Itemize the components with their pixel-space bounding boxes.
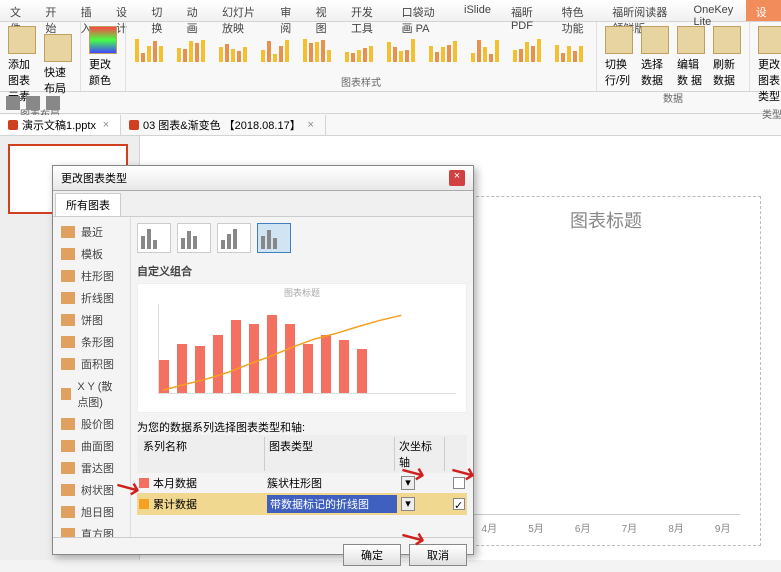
combo-preview: 图表标题: [137, 283, 467, 413]
change-chart-type-dialog: 更改图表类型 × 所有图表 最近模板柱形图折线图饼图条形图面积图X Y (散点图…: [52, 165, 474, 555]
series-row[interactable]: 累计数据带数据标记的折线图▾✓: [137, 493, 467, 515]
menu-tab[interactable]: 特色功能: [552, 0, 603, 21]
chart-type-item[interactable]: 折线图: [57, 287, 126, 309]
chart-type-list: 最近模板柱形图折线图饼图条形图面积图X Y (散点图)股价图曲面图雷达图树状图旭…: [53, 217, 131, 537]
add-chart-element-button[interactable]: 添加图表 元素: [6, 24, 38, 106]
section-title: 自定义组合: [137, 263, 467, 279]
menu-tab[interactable]: 开始: [35, 0, 70, 21]
edit-data-button[interactable]: 编辑数 据: [675, 24, 707, 90]
chart-type-item[interactable]: 模板: [57, 243, 126, 265]
select-data-button[interactable]: 选择数据: [639, 24, 671, 90]
chart-type-item[interactable]: 柱形图: [57, 265, 126, 287]
preview-title: 图表标题: [138, 284, 466, 301]
group-label: 图表样式: [132, 74, 590, 89]
redo-icon[interactable]: [46, 96, 60, 110]
chart-style-gallery[interactable]: [132, 24, 590, 74]
secondary-axis-checkbox[interactable]: [453, 477, 465, 489]
menu-tab[interactable]: 口袋动画 PA: [392, 0, 454, 21]
refresh-data-button[interactable]: 刷新数据: [711, 24, 743, 90]
chart-style-option[interactable]: [132, 33, 170, 65]
chart-type-item[interactable]: 直方图: [57, 523, 126, 537]
chart-style-option[interactable]: [552, 33, 590, 65]
chart-style-option[interactable]: [342, 33, 380, 65]
document-tab[interactable]: 演示文稿1.pptx×: [0, 115, 121, 135]
quick-layout-button[interactable]: 快速布局: [42, 32, 74, 98]
chart-type-item[interactable]: 曲面图: [57, 435, 126, 457]
chart-style-option[interactable]: [216, 33, 254, 65]
menu-tab[interactable]: 开发工具: [341, 0, 392, 21]
menu-tab[interactable]: 插入: [71, 0, 106, 21]
save-icon[interactable]: [6, 96, 20, 110]
menu-tab[interactable]: 视图: [306, 0, 341, 21]
subtype-option[interactable]: [257, 223, 291, 253]
change-chart-type-button[interactable]: 更改 图表类型: [756, 24, 781, 106]
change-colors-button[interactable]: 更改 颜色: [87, 24, 119, 90]
chart-style-option[interactable]: [384, 33, 422, 65]
chart-style-option[interactable]: [300, 33, 338, 65]
menu-tabs: 文件开始插入设计切换动画幻灯片放映审阅视图开发工具口袋动画 PAiSlide福昕…: [0, 0, 781, 22]
chart-type-item[interactable]: 饼图: [57, 309, 126, 331]
ok-button[interactable]: 确定: [343, 544, 401, 566]
chart-type-item[interactable]: 树状图: [57, 479, 126, 501]
secondary-axis-checkbox[interactable]: ✓: [453, 498, 465, 510]
document-tab[interactable]: 03 图表&渐变色 【2018.08.17】×: [121, 115, 326, 135]
chart-style-option[interactable]: [426, 33, 464, 65]
menu-tab[interactable]: 动画: [177, 0, 212, 21]
chart-style-option[interactable]: [510, 33, 548, 65]
group-label: 数据: [603, 90, 743, 105]
menu-tab[interactable]: 设计: [746, 0, 781, 21]
series-row[interactable]: 本月数据簇状柱形图▾: [137, 473, 467, 493]
chart-type-item[interactable]: 面积图: [57, 353, 126, 375]
chart-type-item[interactable]: 旭日图: [57, 501, 126, 523]
chevron-down-icon[interactable]: ▾: [401, 476, 415, 490]
chart-type-item[interactable]: 雷达图: [57, 457, 126, 479]
subtype-gallery: [137, 223, 467, 253]
ribbon: 添加图表 元素 快速布局 图表布局 更改 颜色 图表样式 切换行/列 选择数据 …: [0, 22, 781, 92]
menu-tab[interactable]: 福昕PDF: [501, 0, 552, 21]
menu-tab[interactable]: 切换: [141, 0, 176, 21]
subtype-option[interactable]: [137, 223, 171, 253]
subtype-option[interactable]: [177, 223, 211, 253]
close-icon[interactable]: ×: [100, 119, 112, 131]
cancel-button[interactable]: 取消: [409, 544, 467, 566]
menu-tab[interactable]: 福昕阅读器领鲜版: [602, 0, 683, 21]
close-icon[interactable]: ×: [449, 170, 465, 186]
close-icon[interactable]: ×: [305, 119, 317, 131]
undo-icon[interactable]: [26, 96, 40, 110]
chart-title: 图表标题: [452, 197, 760, 243]
menu-tab[interactable]: 设计: [106, 0, 141, 21]
chart-type-item[interactable]: 最近: [57, 221, 126, 243]
tab-all-charts[interactable]: 所有图表: [55, 193, 121, 217]
series-prompt: 为您的数据系列选择图表类型和轴:: [137, 419, 467, 435]
document-tabs: 演示文稿1.pptx×03 图表&渐变色 【2018.08.17】×: [0, 114, 781, 136]
series-header: 系列名称 图表类型 次坐标轴: [137, 435, 467, 473]
switch-row-col-button[interactable]: 切换行/列: [603, 24, 635, 90]
chart-style-option[interactable]: [174, 33, 212, 65]
chart-object[interactable]: 图表标题 4月5月6月7月8月9月: [451, 196, 761, 546]
menu-tab[interactable]: 幻灯片放映: [212, 0, 270, 21]
chart-style-option[interactable]: [258, 33, 296, 65]
group-label: 类型: [756, 106, 781, 121]
menu-tab[interactable]: OneKey Lite: [684, 0, 746, 21]
chart-type-item[interactable]: 条形图: [57, 331, 126, 353]
dialog-title-text: 更改图表类型: [61, 170, 127, 186]
chevron-down-icon[interactable]: ▾: [401, 497, 415, 511]
menu-tab[interactable]: 文件: [0, 0, 35, 21]
subtype-option[interactable]: [217, 223, 251, 253]
menu-tab[interactable]: iSlide: [454, 0, 501, 21]
chart-type-item[interactable]: 股价图: [57, 413, 126, 435]
dialog-titlebar[interactable]: 更改图表类型 ×: [53, 166, 473, 191]
menu-tab[interactable]: 审阅: [270, 0, 305, 21]
chart-type-item[interactable]: X Y (散点图): [57, 375, 126, 413]
chart-style-option[interactable]: [468, 33, 506, 65]
